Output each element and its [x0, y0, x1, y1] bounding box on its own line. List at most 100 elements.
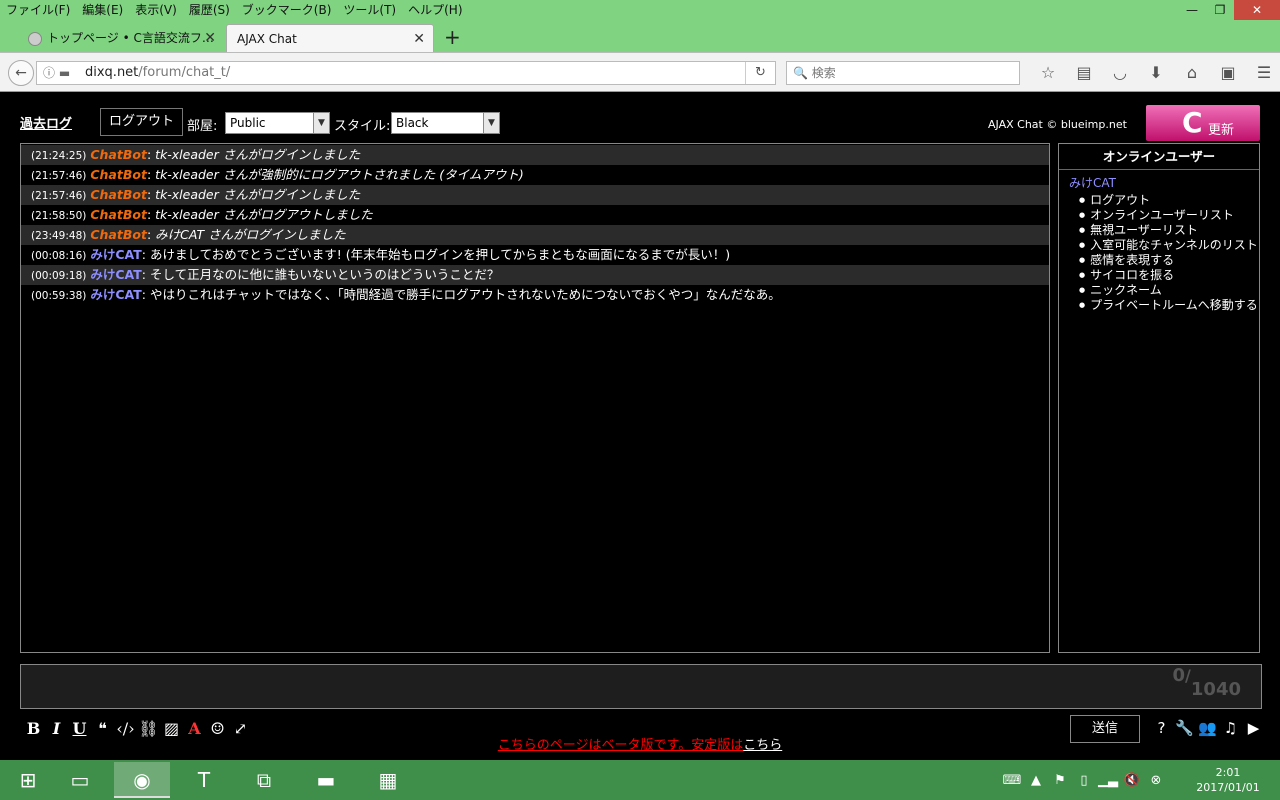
chevron-up-icon[interactable]: ▲ — [1024, 773, 1048, 788]
remote-desktop-icon[interactable]: ⧉ — [236, 762, 292, 798]
keyboard-icon[interactable]: ⌨ — [1000, 773, 1024, 788]
chat-message: (00:09:18) みけCAT: そして正月なのに他に誰もいないというのはどうい… — [21, 265, 1049, 285]
home-icon[interactable]: ⌂ — [1174, 61, 1210, 85]
paint-icon[interactable]: ▦ — [360, 762, 416, 798]
chat-options-toolbar: ? 🔧 👥 ♫ ▶ — [1150, 719, 1265, 737]
menu-edit[interactable]: 編集(E) — [76, 0, 129, 20]
menu-help[interactable]: ヘルプ(H) — [402, 0, 468, 20]
stable-version-link[interactable]: こちら — [743, 738, 782, 753]
cmd-logout[interactable]: ログアウト — [1079, 193, 1259, 208]
close-tab-icon[interactable]: ✕ — [204, 24, 216, 52]
chat-message: (21:57:46) ChatBot: tk-xleader さんが強制的にログア… — [31, 167, 524, 182]
system-tray: ⌨ ▲ ⚑ ▯ ▁▃ 🔇 ⊗ — [1000, 760, 1168, 800]
online-users-panel: オンラインユーザー みけCAT ログアウト オンラインユーザーリスト 無視ユーザ… — [1058, 143, 1260, 653]
refresh-label: 更新 — [1208, 123, 1235, 138]
room-select-value: Public — [230, 116, 266, 130]
char-counter: 0/1040 — [1172, 665, 1241, 700]
notification-icon[interactable]: ⊗ — [1144, 773, 1168, 788]
online-user-link[interactable]: みけCAT — [1059, 170, 1259, 193]
pocket-icon[interactable]: ◡ — [1102, 61, 1138, 85]
maximize-button[interactable]: ❐ — [1206, 0, 1234, 20]
tab-title: トップページ • C言語交流フ… — [47, 31, 214, 45]
url-text: dixq.net/forum/chat_t/ — [85, 65, 231, 80]
chevron-down-icon[interactable]: ▼ — [313, 113, 329, 133]
chat-message-list[interactable]: (21:24:25) ChatBot: tk-xleader さんがログインしまし… — [20, 143, 1050, 653]
style-select[interactable]: Black ▼ — [391, 112, 500, 134]
cmd-roll-dice[interactable]: サイコロを振る — [1079, 268, 1259, 283]
battery-icon[interactable]: ▯ — [1072, 773, 1096, 788]
bookmark-star-icon[interactable]: ☆ — [1030, 61, 1066, 85]
minimize-button[interactable]: — — [1178, 0, 1206, 20]
search-input[interactable]: 🔍 検索 — [786, 61, 1020, 85]
help-icon[interactable]: ? — [1150, 719, 1173, 737]
cmd-channel-list[interactable]: 入室可能なチャンネルのリスト — [1079, 238, 1259, 253]
menu-view[interactable]: 表示(V) — [129, 0, 183, 20]
send-button[interactable]: 送信 — [1070, 715, 1140, 743]
menu-history[interactable]: 履歴(S) — [183, 0, 236, 20]
message-input[interactable]: 0/1040 — [20, 664, 1262, 709]
toolbar-icons: ☆ ▤ ◡ ⬇ ⌂ ▣ ☰ — [1030, 61, 1280, 85]
hamburger-menu-icon[interactable]: ☰ — [1246, 61, 1280, 85]
reload-icon[interactable]: ↻ — [745, 62, 775, 84]
chat-message: (23:49:48) ChatBot: みけCAT さんがログインしました — [21, 225, 1049, 245]
cmd-nickname[interactable]: ニックネーム — [1079, 283, 1259, 298]
browser-chrome: ファイル(F) 編集(E) 表示(V) 履歴(S) ブックマーク(B) ツール(… — [0, 0, 1280, 92]
cmd-emote[interactable]: 感情を表現する — [1079, 253, 1259, 268]
flag-icon[interactable]: ⚑ — [1048, 773, 1072, 788]
windows-taskbar: ⊞ ▭ ◉ T ⧉ ▬ ▦ ⌨ ▲ ⚑ ▯ ▁▃ 🔇 ⊗ 2:01 2017/0… — [0, 760, 1280, 800]
logout-button[interactable]: ログアウト — [100, 108, 183, 136]
online-users-title: オンラインユーザー — [1059, 144, 1259, 170]
tab-title: AJAX Chat — [237, 32, 297, 46]
close-window-button[interactable]: ✕ — [1234, 0, 1280, 20]
play-icon[interactable]: ▶ — [1242, 719, 1265, 737]
cmd-online-list[interactable]: オンラインユーザーリスト — [1079, 208, 1259, 223]
menu-tools[interactable]: ツール(T) — [337, 0, 402, 20]
site-favicon-icon — [28, 31, 42, 46]
windows-start-icon[interactable]: ⊞ — [0, 762, 56, 798]
new-tab-button[interactable]: + — [444, 24, 461, 50]
chat-message: (21:24:25) ChatBot: tk-xleader さんがログインしまし… — [21, 145, 1049, 165]
copyright-text: AJAX Chat © blueimp.net — [988, 118, 1127, 131]
clock-time: 2:01 — [1215, 766, 1241, 779]
users-icon[interactable]: 👥 — [1196, 719, 1219, 737]
chevron-down-icon[interactable]: ▼ — [483, 113, 499, 133]
close-tab-icon[interactable]: ✕ — [413, 25, 425, 53]
addon-icon[interactable]: ▣ — [1210, 61, 1246, 85]
menu-file[interactable]: ファイル(F) — [0, 0, 76, 20]
firefox-icon[interactable]: ◉ — [114, 762, 170, 798]
window-controls: — ❐ ✕ — [1178, 0, 1280, 20]
audio-icon[interactable]: ♫ — [1219, 719, 1242, 737]
chat-message: (00:59:38) みけCAT: やはりこれはチャットではなく、「時間経過で勝手… — [31, 287, 781, 302]
chat-message: (21:57:46) ChatBot: tk-xleader さんがログインしまし… — [21, 185, 1049, 205]
tab-bar: トップページ • C言語交流フ… ✕ AJAX Chat ✕ + — [0, 22, 1280, 52]
taskbar-clock[interactable]: 2:01 2017/01/01 — [1188, 765, 1268, 795]
menu-bookmarks[interactable]: ブックマーク(B) — [236, 0, 338, 20]
network-icon[interactable]: ▁▃ — [1096, 773, 1120, 788]
tab-top-page[interactable]: トップページ • C言語交流フ… ✕ — [18, 24, 224, 52]
text-editor-icon[interactable]: T — [176, 762, 232, 798]
tab-ajax-chat[interactable]: AJAX Chat ✕ — [226, 24, 434, 52]
chat-message: (00:08:16) みけCAT: あけましておめでとうございます! (年末年始も… — [31, 247, 731, 262]
refresh-icon: C — [1182, 106, 1203, 139]
room-label: 部屋: — [187, 119, 218, 134]
volume-muted-icon[interactable]: 🔇 — [1120, 773, 1144, 788]
cmd-private-room[interactable]: プライベートルームへ移動する — [1079, 298, 1259, 313]
search-placeholder: 検索 — [811, 66, 836, 80]
beta-notice-text: こちらのページはベータ版です。安定版は — [497, 738, 744, 753]
style-label: スタイル: — [334, 119, 391, 134]
cmd-ignore-list[interactable]: 無視ユーザーリスト — [1079, 223, 1259, 238]
back-arrow-icon[interactable]: ← — [8, 60, 34, 86]
url-bar[interactable]: ⓘ ▬ dixq.net/forum/chat_t/ ↻ — [36, 61, 776, 85]
download-icon[interactable]: ⬇ — [1138, 61, 1174, 85]
command-prompt-icon[interactable]: ▬ — [298, 762, 354, 798]
settings-wrench-icon[interactable]: 🔧 — [1173, 719, 1196, 737]
chat-message: (21:58:50) ChatBot: tk-xleader さんがログアウトしま… — [31, 207, 373, 222]
reading-list-icon[interactable]: ▤ — [1066, 61, 1102, 85]
file-explorer-icon[interactable]: ▭ — [52, 762, 108, 798]
clock-date: 2017/01/01 — [1196, 781, 1260, 794]
room-select[interactable]: Public ▼ — [225, 112, 330, 134]
navigation-bar: ← ⓘ ▬ dixq.net/forum/chat_t/ ↻ 🔍 検索 ☆ ▤ … — [0, 52, 1280, 92]
logs-link[interactable]: 過去ログ — [20, 113, 72, 132]
refresh-button[interactable]: C 更新 — [1146, 105, 1260, 141]
info-icon[interactable]: ⓘ ▬ — [43, 62, 70, 84]
